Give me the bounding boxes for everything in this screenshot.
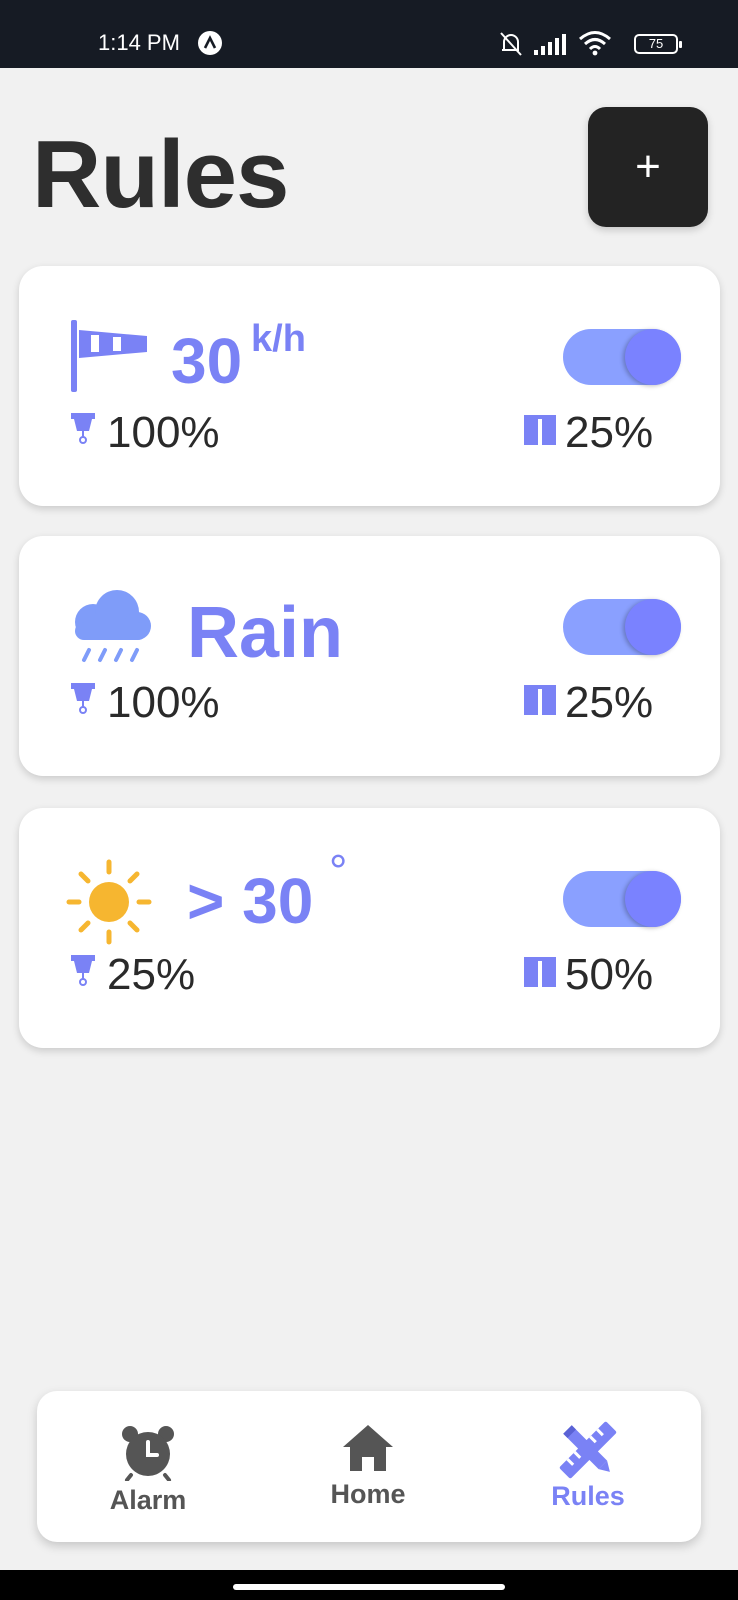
nav-item-home[interactable]: Home	[278, 1391, 458, 1542]
shutter-stat: 25%	[523, 678, 653, 728]
battery-icon: 75	[634, 34, 682, 54]
nav-item-rules[interactable]: Rules	[498, 1391, 678, 1542]
nav-item-alarm[interactable]: Alarm	[58, 1391, 238, 1542]
status-icons: 75	[498, 30, 688, 58]
sun-icon	[65, 858, 153, 950]
signal-icon	[534, 32, 568, 60]
page-title: Rules	[32, 121, 289, 228]
awning-icon	[69, 950, 99, 1000]
plus-icon: +	[635, 142, 661, 191]
shutter-stat: 50%	[523, 950, 653, 1000]
status-time: 1:14 PM	[98, 30, 180, 55]
shutter-value: 25%	[565, 408, 654, 457]
rule-condition-unit: k/h	[251, 318, 306, 360]
awning-icon	[69, 408, 99, 458]
rule-card-rain[interactable]: Rain 100% 25%	[19, 536, 720, 776]
shutter-stat: 25%	[523, 408, 653, 458]
awning-value: 100%	[107, 408, 220, 457]
windsock-icon	[69, 320, 149, 396]
bell-off-icon	[498, 30, 524, 62]
nav-label-alarm: Alarm	[109, 1485, 187, 1515]
home-icon	[341, 1423, 395, 1479]
toggle-knob	[625, 871, 681, 927]
rule-toggle[interactable]	[563, 599, 681, 655]
rain-cloud-icon	[65, 584, 155, 678]
shutter-value: 25%	[565, 678, 654, 727]
alarm-clock-icon	[119, 1423, 177, 1483]
awning-value: 25%	[107, 950, 196, 999]
shutter-icon	[523, 678, 557, 728]
nav-label-home: Home	[330, 1479, 406, 1509]
awning-icon	[69, 678, 99, 728]
awning-stat: 100%	[69, 408, 220, 458]
status-bar: 1:14 PM 75	[0, 0, 738, 68]
pencil-ruler-icon	[558, 1421, 618, 1481]
add-rule-button[interactable]: +	[588, 107, 708, 227]
rule-condition-value: > 30	[187, 865, 314, 937]
rule-toggle[interactable]	[563, 871, 681, 927]
awning-stat: 100%	[69, 678, 220, 728]
toggle-knob	[625, 599, 681, 655]
wifi-icon	[578, 30, 612, 60]
rule-card-temperature[interactable]: > 30 ° 25% 50%	[19, 808, 720, 1048]
rule-toggle[interactable]	[563, 329, 681, 385]
rule-condition-unit: °	[329, 845, 348, 897]
bottom-nav: Alarm Home Rules	[37, 1391, 701, 1542]
shutter-icon	[523, 950, 557, 1000]
rule-condition-value: Rain	[187, 593, 344, 673]
toggle-knob	[625, 329, 681, 385]
shutter-icon	[523, 408, 557, 458]
awning-stat: 25%	[69, 950, 195, 1000]
app-notification-icon	[198, 31, 222, 55]
rule-condition-value: 30	[171, 325, 243, 397]
shutter-value: 50%	[565, 950, 654, 999]
home-indicator[interactable]	[233, 1584, 505, 1590]
awning-value: 100%	[107, 678, 220, 727]
nav-label-rules: Rules	[551, 1481, 625, 1511]
rule-card-wind[interactable]: 30 k/h 100% 25%	[19, 266, 720, 506]
